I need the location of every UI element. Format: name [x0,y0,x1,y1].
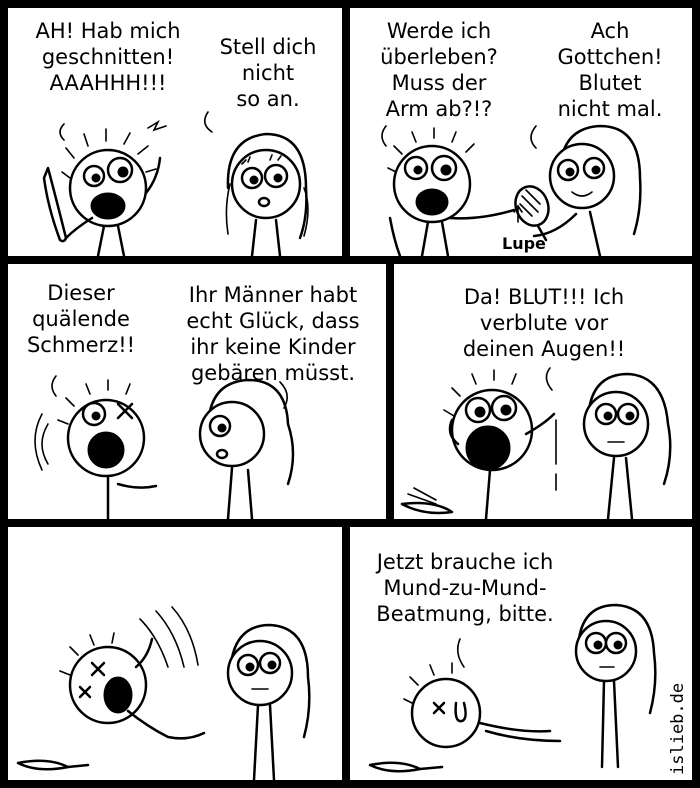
man-figure [443,369,556,519]
woman-figure [198,378,295,519]
comic-panel-1: AH! Hab mich geschnitten! AAAHHH!!! Stel… [8,8,342,256]
woman-figure [582,372,672,519]
comic-panel-3: Dieser quälende Schmerz!! Ihr Männer hab… [8,264,386,519]
comic-panel-2: Werde ich überleben? Muss der Arm ab?!? … [350,8,692,256]
knife-icon [400,487,454,515]
comic-panel-6: Jetzt brauche ich Mund-zu-Mund- Beatmung… [350,527,692,780]
man-figure-lying [403,662,562,749]
man-figure [42,119,167,256]
panel-5-drawing [16,606,311,780]
man-speech-bubble: AH! Hab mich geschnitten! AAAHHH!!! [35,19,181,95]
man-figure-falling [59,632,206,740]
man-figure [387,127,516,256]
woman-figure [532,124,642,256]
woman-figure [574,603,657,769]
comic-panel-4: Da! BLUT!!! Ich verblute vor deinen Auge… [394,264,692,519]
man-speech-bubble: Werde ich überleben? Muss der Arm ab?!? [380,19,498,121]
magnifier-label: Lupe [502,234,546,253]
credit-text: islieb.de [668,682,688,775]
knife-icon [16,759,90,771]
woman-speech-bubble: Ach Gottchen! Blutet nicht mal. [557,19,663,121]
woman-speech-bubble: Stell dich nicht so an. [219,35,317,111]
comic-panel-5 [8,527,342,780]
man-figure [34,379,158,519]
knife-icon [368,761,444,773]
woman-speech-bubble: Ihr Männer habt echt Glück, dass ihr kei… [186,283,360,385]
man-speech-bubble: Jetzt brauche ich Mund-zu-Mund- Beatmung… [376,550,554,626]
woman-figure [226,623,311,780]
magnifying-glass-icon [514,185,550,242]
woman-figure [225,132,309,256]
man-speech-bubble: Dieser quälende Schmerz!! [26,281,136,357]
man-speech-bubble: Da! BLUT!!! Ich verblute vor deinen Auge… [462,285,626,361]
